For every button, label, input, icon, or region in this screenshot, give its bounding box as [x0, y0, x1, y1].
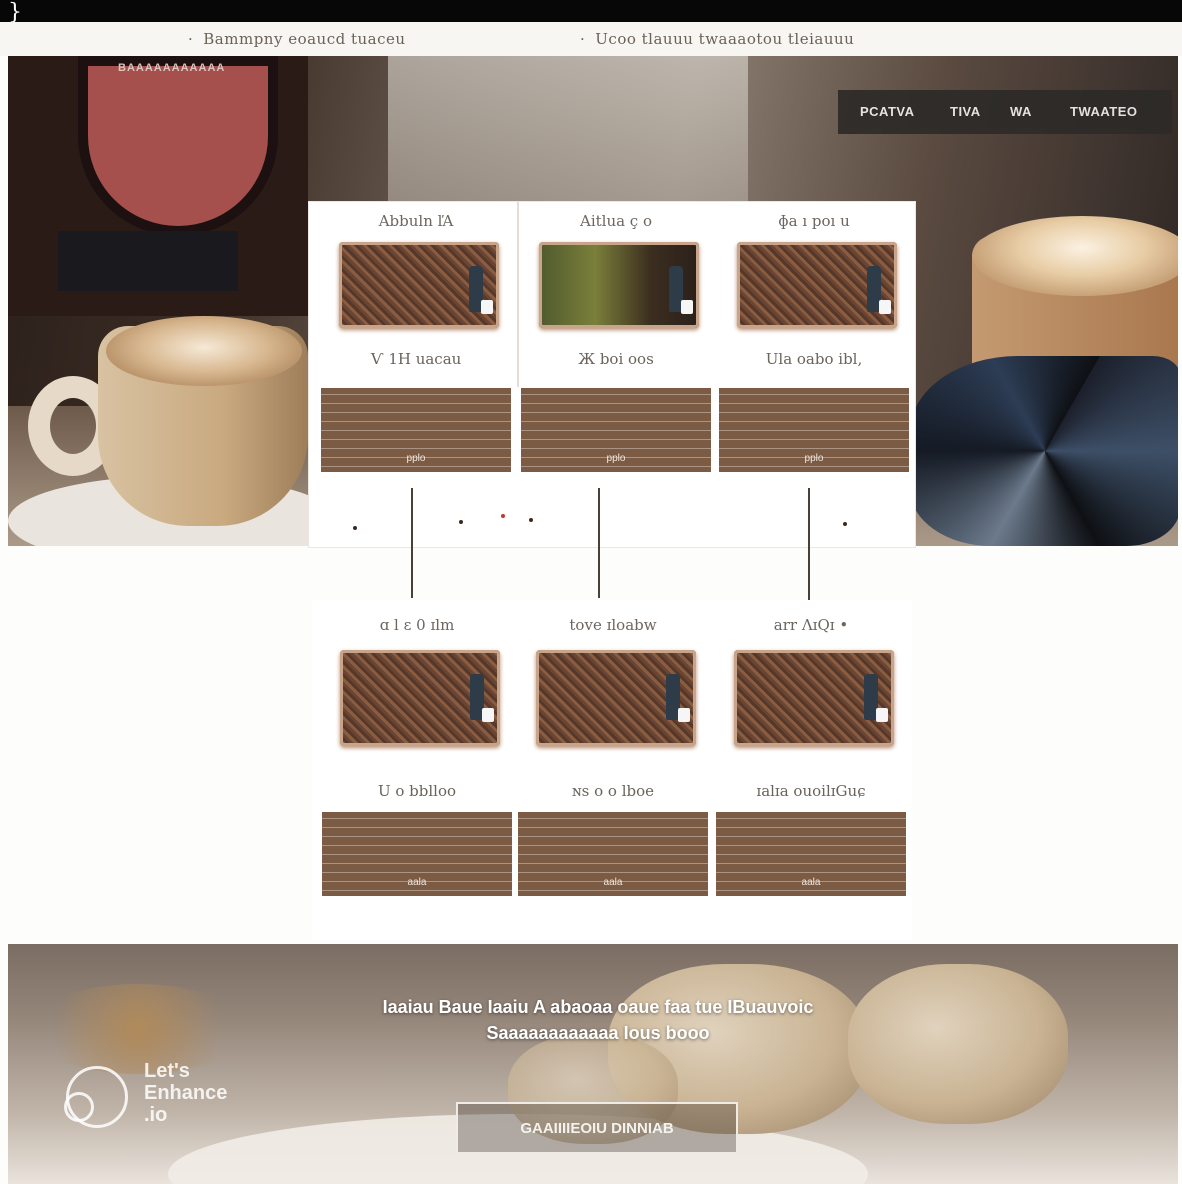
button-label: pplo — [804, 453, 824, 464]
hero-nav-item-3[interactable]: WA — [1010, 104, 1032, 119]
cap-icon — [482, 708, 494, 722]
latte-foam — [972, 216, 1178, 296]
cap-icon — [678, 708, 690, 722]
hero-nav-item-4[interactable]: TWAATEO — [1070, 104, 1138, 119]
product-price: Ж boi oos — [578, 350, 654, 368]
product-image[interactable] — [734, 650, 894, 746]
add-to-cart-button[interactable]: aala — [518, 812, 708, 896]
subnav-item-1[interactable]: Bammpny eoaucd tuaceu — [188, 30, 406, 48]
cta-button[interactable]: GAAIIIIEOIU DINNIAB — [456, 1102, 738, 1154]
pagination-dot[interactable] — [459, 520, 463, 524]
cap-icon — [681, 300, 693, 314]
button-label: pplo — [606, 453, 626, 464]
cap-icon — [876, 708, 888, 722]
product-price: Ѵ 1H uacau — [370, 350, 462, 368]
pagination-dot-active[interactable] — [501, 514, 505, 518]
hero-brand-text: BAAAAAAAAAAA — [118, 62, 226, 74]
button-label: aala — [407, 877, 427, 888]
product-price: ɪalɪa ouoilɪGuɕ — [756, 782, 866, 800]
product-price: Ula oabo ibl, — [765, 350, 863, 368]
connector-line — [411, 488, 413, 598]
hero-nav-item-2[interactable]: TIVA — [950, 104, 981, 119]
page: } Bammpny eoaucd tuaceu Ucoo tlauuu twaa… — [0, 0, 1182, 1184]
add-to-cart-button[interactable]: pplo — [521, 388, 711, 472]
pagination-dot[interactable] — [843, 522, 847, 526]
add-to-cart-button[interactable]: aala — [716, 812, 906, 896]
product-card: arr ɅɪQɪ • ɪalɪa ouoilɪGuɕ aala — [716, 606, 906, 896]
product-name: ɑ l ɛ 0 ɪlm — [379, 616, 455, 634]
watermark-logo: Let's Enhance .io — [64, 1060, 266, 1140]
add-to-cart-button[interactable]: aala — [322, 812, 512, 896]
watermark-text: Let's Enhance .io — [144, 1060, 228, 1126]
product-card: Aitlua ç o Ж boi oos pplo — [521, 202, 711, 482]
product-card: Abbuln ľA Ѵ 1H uacau pplo — [321, 202, 511, 482]
product-card: ɑ l ɛ 0 ɪlm U o bblloo aala — [322, 606, 512, 896]
subnav-item-2[interactable]: Ucoo tlauuu twaaaotou tleiauuu — [580, 30, 854, 48]
top-bar: } — [0, 0, 1182, 25]
cap-icon — [879, 300, 891, 314]
cap-icon — [481, 300, 493, 314]
product-image[interactable] — [340, 650, 500, 746]
product-name: Aitlua ç o — [579, 212, 653, 230]
connector-line — [808, 488, 810, 600]
pagination-strip — [309, 482, 915, 547]
product-image[interactable] — [539, 242, 699, 328]
latte-foam — [106, 316, 302, 386]
hero-nav-item-1[interactable]: PCATVA — [860, 104, 915, 119]
pagination-dot[interactable] — [353, 526, 357, 530]
promo-headline: Iaaiau Baue Iaaiu A abaoaa oaue faa tue … — [382, 997, 814, 1043]
coffee-cup-left-image — [8, 286, 338, 546]
button-label: pplo — [406, 453, 426, 464]
secondary-nav: Bammpny eoaucd tuaceu Ucoo tlauuu twaaao… — [0, 22, 1182, 56]
add-to-cart-button[interactable]: pplo — [719, 388, 909, 472]
decorative-ribbon — [910, 356, 1178, 546]
product-image[interactable] — [737, 242, 897, 328]
biscuit-image — [848, 964, 1068, 1124]
promo-footer: Iaaiau Baue Iaaiu A abaoaa oaue faa tue … — [8, 944, 1178, 1184]
button-label: aala — [801, 877, 821, 888]
product-price: U o bblloo — [377, 782, 457, 800]
add-to-cart-button[interactable]: pplo — [321, 388, 511, 472]
product-card: tove ɪloabw ɴs o o lboe aala — [518, 606, 708, 896]
product-grid-bottom: ɑ l ɛ 0 ɪlm U o bblloo aala tove ɪloabw … — [312, 600, 912, 940]
connector-line — [598, 488, 600, 598]
brace-icon: } — [8, 0, 22, 25]
shelf — [58, 231, 238, 291]
product-name: arr ɅɪQɪ • — [773, 616, 849, 634]
hero-nav: PCATVA TIVA WA TWAATEO — [838, 90, 1172, 134]
product-price: ɴs o o lboe — [571, 782, 655, 800]
product-name: ɸa ı poı u — [778, 212, 850, 230]
product-name: Abbuln ľA — [378, 212, 454, 230]
product-name: tove ɪloabw — [569, 616, 657, 634]
product-image[interactable] — [339, 242, 499, 328]
product-card: ɸa ı poı u Ula oabo ibl, pplo — [719, 202, 909, 482]
logo-ring-icon — [64, 1092, 94, 1122]
button-label: aala — [603, 877, 623, 888]
product-image[interactable] — [536, 650, 696, 746]
divider — [517, 202, 519, 387]
pagination-dot[interactable] — [529, 518, 533, 522]
